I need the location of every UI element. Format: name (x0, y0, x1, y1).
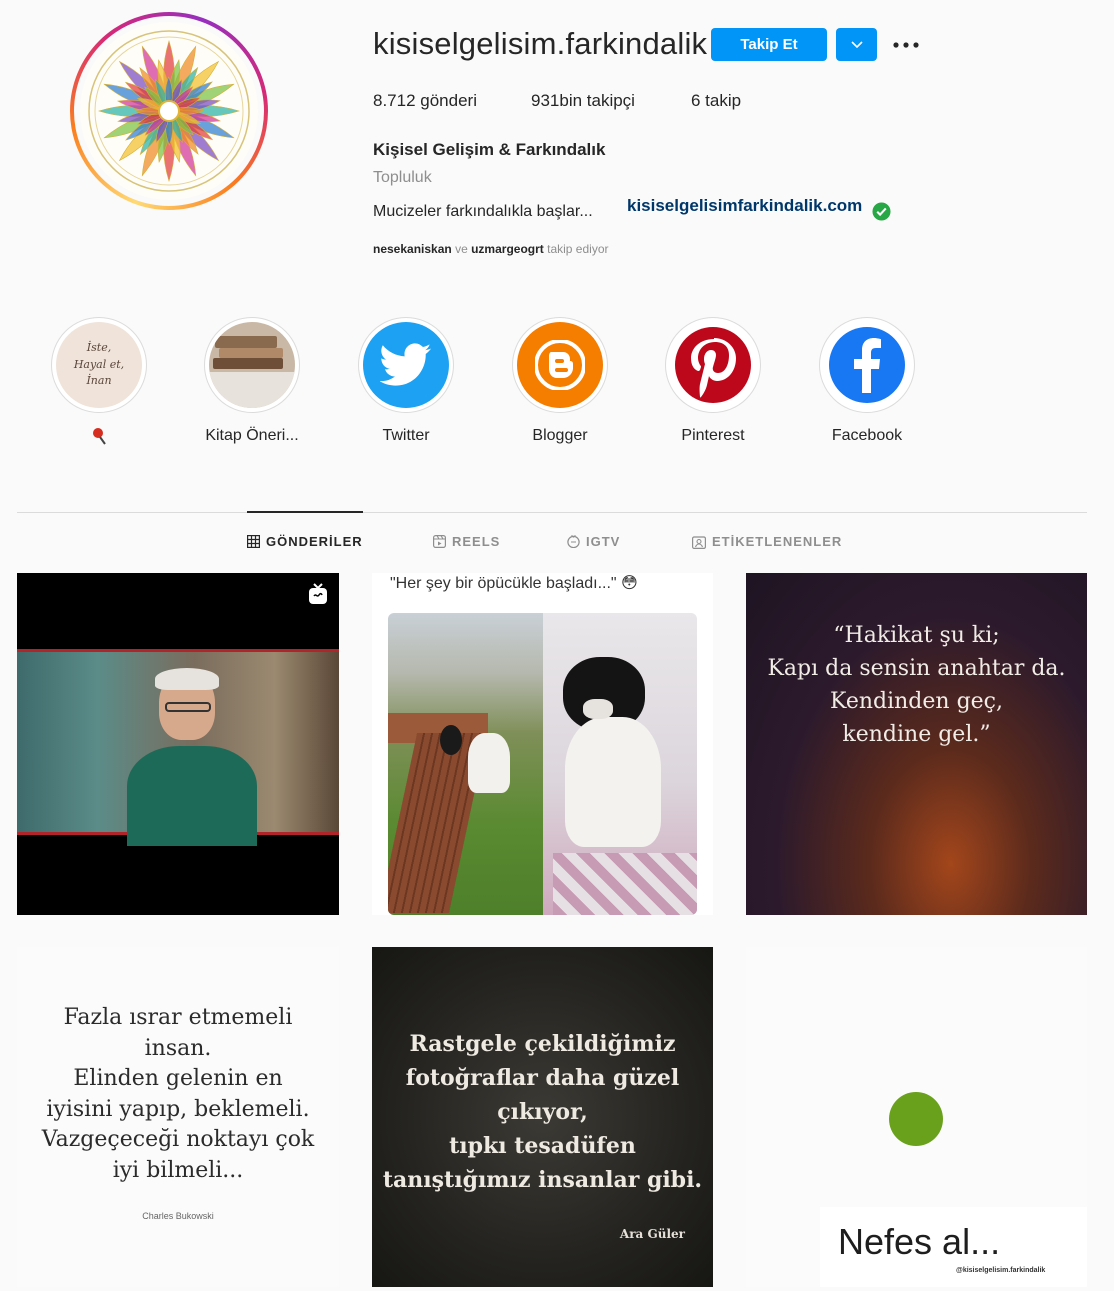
post-hakikat-quote[interactable]: “Hakikat şu ki; Kapı da sensin anahtar d… (746, 573, 1087, 915)
follow-button[interactable]: Takip Et (711, 28, 827, 61)
quote-text: Fazla ısrar etmemeli insan. Elinden gele… (17, 1003, 339, 1186)
followed-by-suffix: takip ediyor (547, 242, 609, 256)
website-link[interactable]: kisiselgelisimfarkindalik.com (627, 196, 862, 216)
post-puppies[interactable]: "Her şey bir öpücükle başladı..." 😳 (372, 573, 713, 915)
highlight-ring (204, 317, 300, 413)
pinterest-icon (670, 322, 756, 408)
green-dot-icon (889, 1092, 943, 1146)
handwriting-thumb: İste, Hayal et, İnan (56, 322, 142, 408)
person-figure (127, 668, 257, 846)
following-link[interactable]: 6 takip (691, 91, 741, 111)
profile-avatar[interactable] (70, 12, 268, 210)
quote-line: çıkıyor, (497, 1099, 588, 1125)
quote-line: tanıştığımız insanlar gibi. (382, 1167, 703, 1193)
category-label: Topluluk (373, 169, 432, 186)
posts-count: 8.712 gönderi (373, 91, 477, 110)
tagged-icon (692, 535, 706, 549)
quote-line: Rastgele çekildiğimiz (409, 1031, 676, 1057)
nefes-text: Nefes al... (838, 1221, 1001, 1262)
active-tab-indicator (247, 511, 363, 513)
tab-label: ETİKETLENENLER (712, 534, 843, 549)
follower-name[interactable]: nesekaniskan (373, 242, 452, 256)
quote-line: fotoğraflar daha güzel (405, 1065, 680, 1091)
tab-reels[interactable]: REELS (433, 534, 500, 549)
full-name: Kişisel Gelişim & Farkındalık (373, 140, 606, 159)
thumb-text: İste, Hayal et, İnan (73, 341, 125, 388)
quote-line: iyisini yapıp, beklemeli. (46, 1096, 310, 1122)
highlight-ring: İste, Hayal et, İnan (51, 317, 147, 413)
quote-line: iyi bilmeli... (112, 1157, 244, 1183)
suggested-accounts-button[interactable] (836, 28, 877, 61)
profile-header: kisiselgelisim.farkindalik Takip Et 8.71… (0, 0, 1114, 300)
follower-name[interactable]: uzmargeogrt (471, 242, 544, 256)
username: kisiselgelisim.farkindalik (373, 26, 708, 61)
highlight-kitap[interactable]: Kitap Öneri... (202, 317, 302, 445)
followed-by-conj: ve (455, 242, 468, 256)
post-bukowski-quote[interactable]: Fazla ısrar etmemeli insan. Elinden gele… (17, 947, 339, 1287)
followers-link[interactable]: 931bin takipçi (531, 91, 635, 111)
highlight-pinterest[interactable]: Pinterest (663, 317, 763, 445)
chevron-down-icon (850, 40, 863, 48)
highlight-label: Kitap Öneri... (205, 427, 299, 444)
quote-author: Charles Bukowski (142, 1211, 214, 1221)
grid-icon (247, 535, 260, 548)
quote-text: “Hakikat şu ki; Kapı da sensin anahtar d… (746, 619, 1087, 751)
quote-line: “Hakikat şu ki; (833, 623, 1000, 648)
quote-text: Rastgele çekildiğimiz fotoğraflar daha g… (372, 1027, 713, 1197)
post-nefes-al[interactable]: Nefes al... @kisiselgelisim.farkindalik (746, 947, 1087, 1287)
highlight-label: Blogger (532, 427, 588, 444)
highlight-ring (512, 317, 608, 413)
more-options-icon (893, 42, 919, 48)
post-caption: "Her şey bir öpücükle başladı..." 😳 (390, 573, 690, 593)
tab-label: GÖNDERİLER (266, 534, 363, 549)
highlight-facebook[interactable]: Facebook (817, 317, 917, 445)
tab-igtv[interactable]: IGTV (567, 534, 620, 549)
books-icon (209, 322, 295, 408)
bio-text: Mucizeler farkındalıkla başlar... (373, 203, 593, 220)
highlight-label: Pinterest (681, 427, 745, 444)
highlight-pin[interactable]: İste, Hayal et, İnan (49, 317, 149, 450)
reels-icon (433, 535, 446, 548)
tab-label: IGTV (586, 534, 621, 549)
video-frame (17, 649, 339, 846)
tab-tagged[interactable]: ETİKETLENENLER (692, 534, 842, 549)
igtv-badge-icon (307, 583, 329, 605)
quote-line: insan. (144, 1035, 212, 1061)
quote-line: Kendinden geç, (829, 689, 1003, 714)
tabs-divider (17, 512, 1087, 513)
followed-by[interactable]: nesekaniskan ve uzmargeogrt takip ediyor (373, 242, 609, 256)
blogger-icon (517, 322, 603, 408)
highlight-ring (665, 317, 761, 413)
pin-icon (93, 428, 106, 445)
quote-line: Elinden gelenin en (73, 1066, 283, 1091)
handle-watermark: @kisiselgelisim.farkindalik (956, 1267, 1046, 1274)
quote-line: Fazla ısrar etmemeli (63, 1005, 293, 1030)
post-igtv-video[interactable] (17, 573, 339, 915)
flushed-emoji: 😳 (621, 575, 638, 592)
highlight-label: Facebook (831, 427, 903, 444)
quote-line: Vazgeçeceği noktayı çok (41, 1127, 315, 1152)
highlight-label: Twitter (382, 427, 430, 444)
verified-check-icon (872, 202, 891, 221)
highlight-twitter[interactable]: Twitter (356, 317, 456, 445)
post-ara-guler-quote[interactable]: Rastgele çekildiğimiz fotoğraflar daha g… (372, 947, 713, 1287)
quote-line: Kapı da sensin anahtar da. (767, 656, 1066, 681)
twitter-icon (363, 322, 449, 408)
highlight-label (49, 427, 149, 450)
igtv-icon (567, 535, 580, 548)
facebook-icon (824, 322, 910, 408)
highlight-blogger[interactable]: Blogger (510, 317, 610, 445)
caption-text: "Her şey bir öpücükle başladı..." (390, 575, 617, 592)
highlight-ring (358, 317, 454, 413)
quote-line: tıpkı tesadüfen (449, 1133, 636, 1159)
puppies-photo (388, 613, 697, 915)
highlight-ring (819, 317, 915, 413)
avatar-frame (74, 16, 264, 206)
tab-posts[interactable]: GÖNDERİLER (247, 534, 363, 549)
quote-author: Ara Güler (619, 1227, 685, 1241)
mandala-logo-icon (80, 22, 258, 200)
quote-line: kendine gel.” (842, 722, 991, 747)
more-options-button[interactable] (891, 30, 921, 60)
tab-label: REELS (452, 534, 501, 549)
